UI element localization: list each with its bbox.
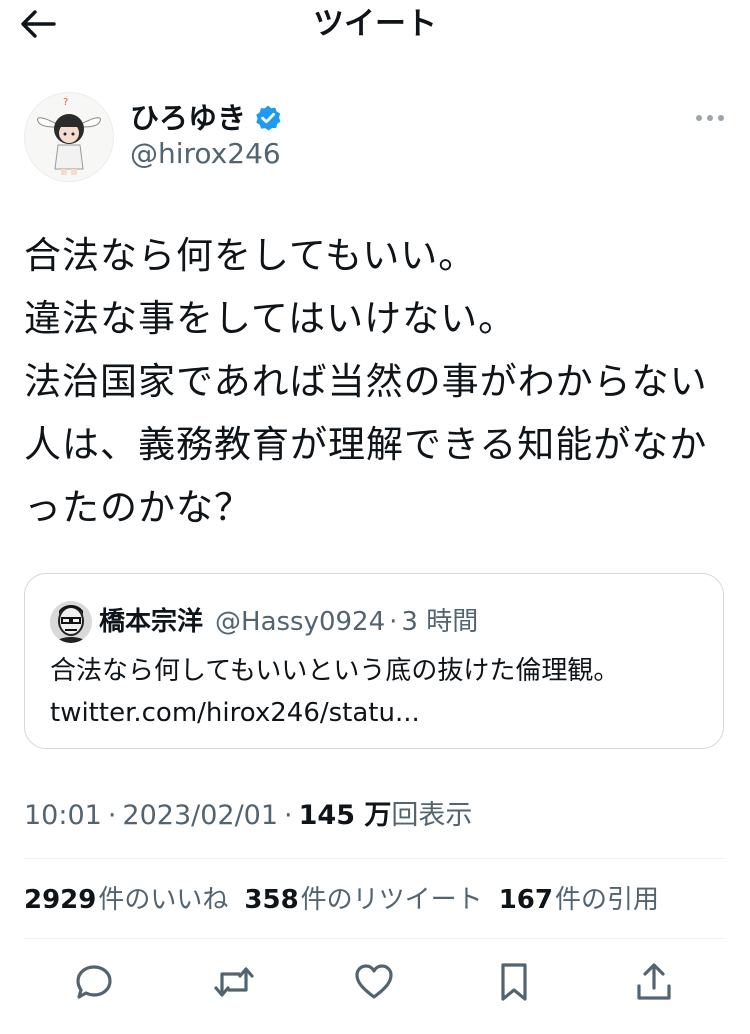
meta-separator: ·: [107, 800, 117, 831]
bookmark-icon: [501, 963, 527, 1001]
quoted-tweet-card[interactable]: 橋本宗洋 @Hassy0924 · 3 時間 合法なら何してもいいという底の抜け…: [24, 573, 724, 749]
verified-badge-icon: [256, 105, 281, 131]
tweet-meta: 10:01 · 2023/02/01 · 145 万 回表示: [24, 796, 472, 836]
page-title: ツイート: [313, 6, 437, 42]
quote-author-avatar: [50, 601, 92, 643]
share-button[interactable]: [630, 958, 678, 1006]
engagement-stats: 2929 件のいいね 358 件のリツイート 167 件の引用: [24, 880, 675, 920]
author-avatar[interactable]: ?: [24, 92, 114, 182]
author-display-name: ひろゆき: [130, 101, 247, 135]
quote-author-handle: @Hassy0924: [215, 607, 386, 637]
top-bar: ツイート: [0, 0, 750, 48]
reply-icon: [76, 965, 112, 999]
views-label: 回表示: [391, 800, 473, 831]
meta-separator: ·: [284, 800, 293, 831]
quotes-stat[interactable]: 167 件の引用: [499, 880, 659, 920]
like-button[interactable]: [350, 958, 398, 1006]
quote-separator: ·: [389, 607, 398, 637]
likes-count: 2929: [24, 885, 97, 915]
quote-timestamp: 3 時間: [401, 607, 479, 637]
avatar-illustration: ?: [37, 97, 101, 175]
likes-label: 件のいいね: [98, 885, 229, 915]
share-icon: [637, 963, 671, 1000]
action-bar: [0, 950, 750, 1014]
more-dot: [707, 115, 713, 121]
svg-text:?: ?: [63, 97, 68, 108]
tweet-date[interactable]: 2023/02/01: [122, 796, 278, 836]
quotes-count: 167: [498, 885, 553, 915]
likes-stat[interactable]: 2929 件のいいね: [24, 880, 228, 920]
retweets-stat[interactable]: 358 件のリツイート: [244, 880, 482, 920]
bookmark-button[interactable]: [490, 958, 538, 1006]
more-dot: [718, 115, 724, 121]
divider: [24, 938, 726, 939]
tweet-time[interactable]: 10:01: [24, 796, 102, 836]
retweets-count: 358: [244, 885, 299, 915]
like-icon: [355, 964, 393, 999]
author-handle[interactable]: @hirox246: [130, 136, 281, 172]
retweets-label: 件のリツイート: [300, 885, 483, 915]
quote-author-name: 橋本宗洋: [99, 607, 204, 637]
retweet-icon: [214, 967, 254, 997]
quote-avatar-illustration: [50, 601, 92, 643]
tweet-text: 合法なら何をしてもいい。 違法な事をしてはいけない。 法治国家であれば当然の事が…: [24, 234, 708, 529]
reply-button[interactable]: [70, 958, 118, 1006]
quotes-label: 件の引用: [554, 885, 659, 915]
quote-header: 橋本宗洋 @Hassy0924 · 3 時間: [99, 602, 478, 642]
more-dot: [696, 115, 702, 121]
retweet-button[interactable]: [210, 958, 258, 1006]
quote-text: 合法なら何してもいいという底の抜けた倫理観。 twitter.com/hirox…: [50, 656, 620, 728]
author-name-row[interactable]: ひろゆき: [130, 98, 282, 138]
divider: [24, 858, 726, 859]
views-count: 145 万: [298, 800, 392, 831]
more-options-button[interactable]: [688, 104, 732, 132]
